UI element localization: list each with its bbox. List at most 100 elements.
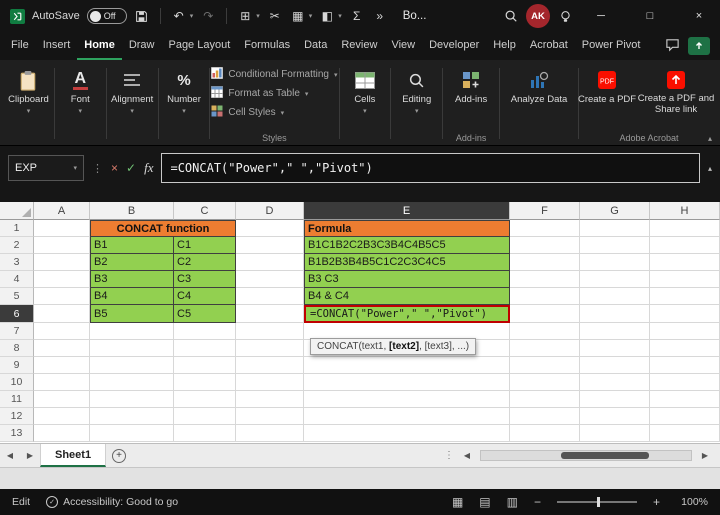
column-header-d[interactable]: D (236, 202, 304, 220)
zoom-level[interactable]: 100% (676, 496, 708, 508)
tab-page-layout[interactable]: Page Layout (161, 32, 237, 60)
cell-F4[interactable] (510, 271, 580, 288)
comments-icon[interactable] (665, 37, 680, 55)
cell-F10[interactable] (510, 374, 580, 391)
tab-view[interactable]: View (384, 32, 422, 60)
addins-button[interactable]: Add-ins (444, 62, 498, 105)
cell-D6[interactable] (236, 305, 304, 322)
cell-B13[interactable] (90, 425, 174, 442)
cell-A2[interactable] (34, 237, 90, 254)
cell-G5[interactable] (580, 288, 650, 305)
minimize-button[interactable]: ─ (580, 0, 622, 32)
row-header-7[interactable]: 7 (0, 323, 34, 340)
tab-help[interactable]: Help (486, 32, 523, 60)
zoom-out-icon[interactable]: − (534, 495, 541, 509)
cell-D13[interactable] (236, 425, 304, 442)
cell-G8[interactable] (580, 340, 650, 357)
cell-E10[interactable] (304, 374, 510, 391)
cell-A4[interactable] (34, 271, 90, 288)
cell-A6[interactable] (34, 305, 90, 322)
tab-home[interactable]: Home (77, 32, 122, 60)
cell-A13[interactable] (34, 425, 90, 442)
accessibility-status[interactable]: ✓ Accessibility: Good to go (46, 496, 178, 508)
cell-H12[interactable] (650, 408, 720, 425)
tab-developer[interactable]: Developer (422, 32, 486, 60)
analyze-data-button[interactable]: Analyze Data (501, 62, 577, 145)
column-header-e[interactable]: E (304, 202, 510, 220)
cell-G1[interactable] (580, 220, 650, 237)
scroll-left-icon[interactable]: ◀ (457, 451, 477, 460)
cell-C10[interactable] (174, 374, 236, 391)
cell-G13[interactable] (580, 425, 650, 442)
cell-F7[interactable] (510, 323, 580, 340)
insert-function-icon[interactable]: fx (144, 160, 153, 176)
cell-G2[interactable] (580, 237, 650, 254)
create-pdf-share-button[interactable]: Create a PDF and Share link (634, 62, 718, 116)
cell-B4[interactable]: B3 (90, 271, 174, 288)
column-header-f[interactable]: F (510, 202, 580, 220)
cell-F5[interactable] (510, 288, 580, 305)
tab-power-pivot[interactable]: Power Pivot (575, 32, 648, 60)
cell-B9[interactable] (90, 357, 174, 374)
page-break-view-icon[interactable]: ▥ (507, 495, 518, 509)
horizontal-scrollbar[interactable] (480, 450, 692, 461)
cell-E3[interactable]: B1B2B3B4B5C1C2C3C4C5 (304, 254, 510, 271)
scroll-right-icon[interactable]: ▶ (695, 451, 715, 460)
cell-E11[interactable] (304, 391, 510, 408)
cell-G12[interactable] (580, 408, 650, 425)
row-header-8[interactable]: 8 (0, 340, 34, 357)
cell-B2[interactable]: B1 (90, 237, 174, 254)
cells-button[interactable]: Cells ▾ (340, 62, 389, 145)
cell-H2[interactable] (650, 237, 720, 254)
cell-G4[interactable] (580, 271, 650, 288)
cell-F2[interactable] (510, 237, 580, 254)
cell-D5[interactable] (236, 288, 304, 305)
zoom-slider[interactable] (557, 501, 637, 503)
cell-C12[interactable] (174, 408, 236, 425)
account-avatar[interactable]: AK (526, 4, 550, 28)
cell-styles-button[interactable]: Cell Styles ▾ (211, 105, 337, 120)
cell-D12[interactable] (236, 408, 304, 425)
autosum-icon[interactable]: Σ (349, 5, 365, 27)
cell-H4[interactable] (650, 271, 720, 288)
format-as-table-button[interactable]: Format as Table ▾ (211, 86, 337, 101)
cell-C9[interactable] (174, 357, 236, 374)
name-box[interactable]: EXP ▾ (8, 155, 84, 181)
formula-bar-drag-handle[interactable]: ⋮ (92, 162, 103, 175)
cell-H9[interactable] (650, 357, 720, 374)
cell-G7[interactable] (580, 323, 650, 340)
cell-B11[interactable] (90, 391, 174, 408)
undo-caret-icon[interactable]: ▾ (190, 12, 194, 20)
tab-file[interactable]: File (4, 32, 36, 60)
cell-D7[interactable] (236, 323, 304, 340)
cell-D11[interactable] (236, 391, 304, 408)
cell-A10[interactable] (34, 374, 90, 391)
cell-H1[interactable] (650, 220, 720, 237)
row-header-11[interactable]: 11 (0, 391, 34, 408)
cell-F6[interactable] (510, 305, 580, 322)
cell-E13[interactable] (304, 425, 510, 442)
cell-H8[interactable] (650, 340, 720, 357)
row-header-3[interactable]: 3 (0, 254, 34, 271)
row-header-4[interactable]: 4 (0, 271, 34, 288)
cell-F1[interactable] (510, 220, 580, 237)
formula-input[interactable]: =CONCAT("Power"," ","Pivot") (161, 153, 700, 183)
column-header-a[interactable]: A (34, 202, 90, 220)
cell-H3[interactable] (650, 254, 720, 271)
cell-D8[interactable] (236, 340, 304, 357)
cell-B1-C1-merged[interactable]: CONCAT function (90, 220, 236, 237)
tab-draw[interactable]: Draw (122, 32, 162, 60)
tab-insert[interactable]: Insert (36, 32, 78, 60)
clipboard-button[interactable]: Clipboard ▾ (4, 62, 53, 145)
cell-B5[interactable]: B4 (90, 288, 174, 305)
cell-D1[interactable] (236, 220, 304, 237)
borders-caret-icon[interactable]: ▾ (309, 12, 313, 20)
document-title[interactable]: Bo... (403, 10, 427, 22)
autosave-toggle[interactable]: Off (87, 8, 127, 24)
cell-E5[interactable]: B4 & C4 (304, 288, 510, 305)
select-all-corner[interactable] (0, 202, 34, 220)
fill-color-caret-icon[interactable]: ▾ (338, 12, 342, 20)
cell-C4[interactable]: C3 (174, 271, 236, 288)
scrollbar-thumb[interactable] (561, 452, 649, 459)
row-header-12[interactable]: 12 (0, 408, 34, 425)
